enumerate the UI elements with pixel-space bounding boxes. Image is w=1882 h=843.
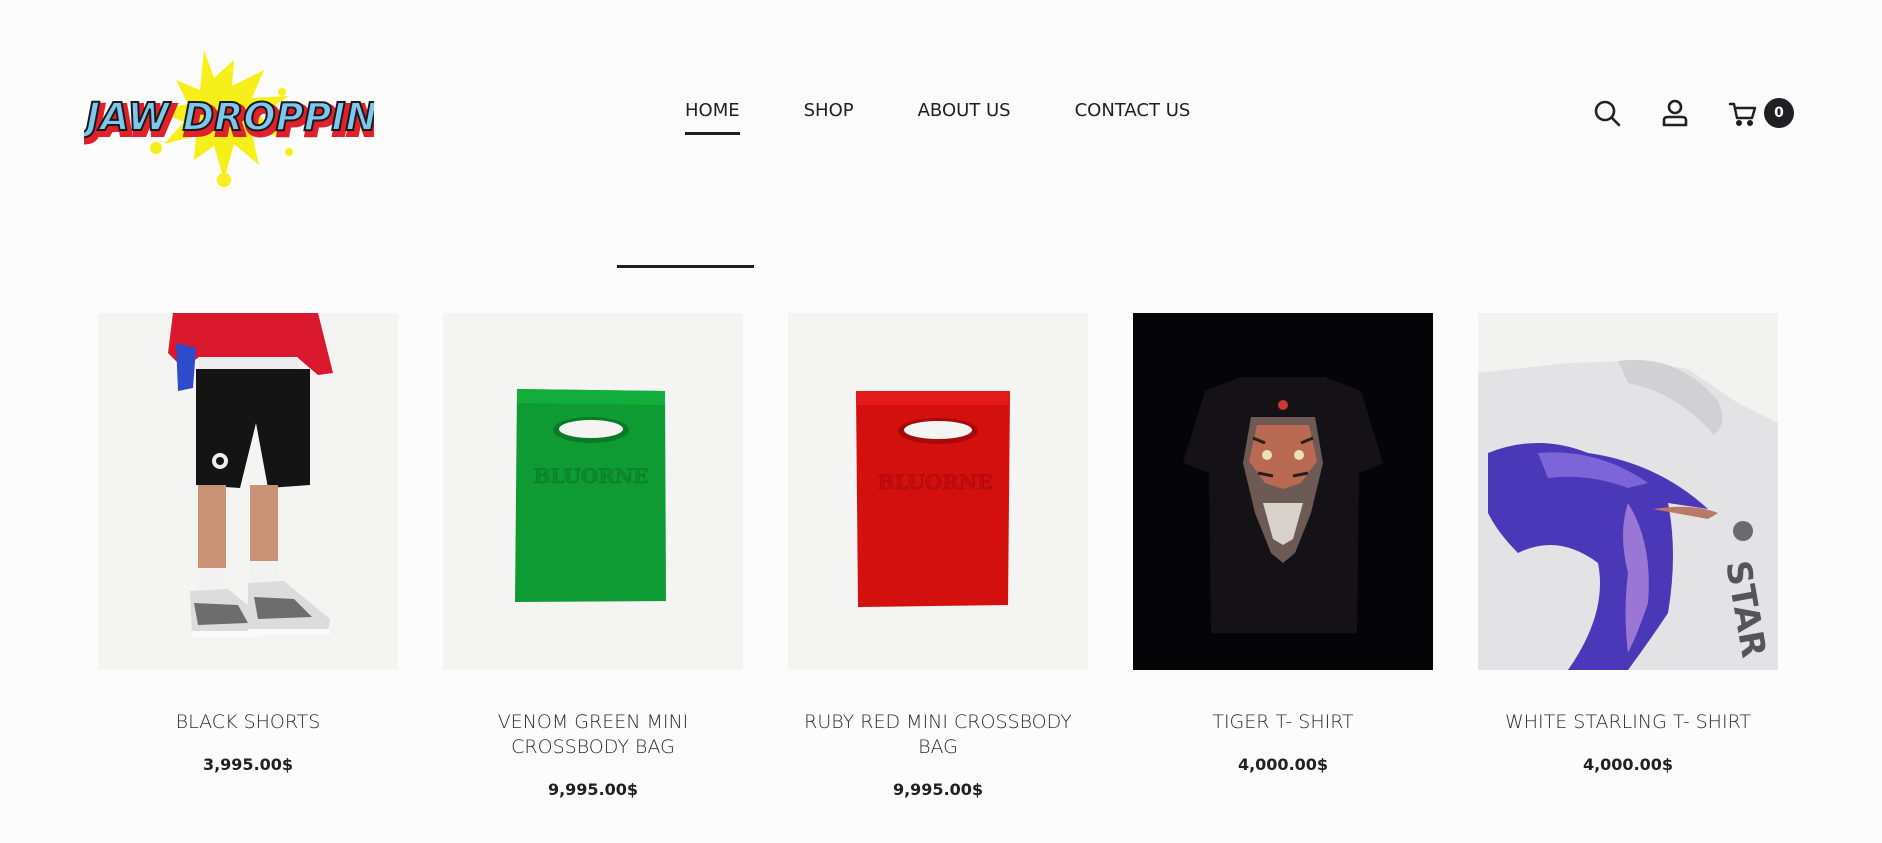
jaw-dropping-logo-icon: JAW DROPPING JAW DROPPING	[84, 50, 374, 187]
product-card[interactable]: STAR WHITE STARLING T- SHIRT 4,000.00$	[1478, 313, 1778, 799]
nav-home[interactable]: HOME	[685, 100, 740, 135]
cart-button[interactable]: 0	[1726, 96, 1794, 130]
product-grid: BLACK SHORTS 3,995.00$ BLUORNE VENOM GRE…	[98, 313, 1778, 799]
product-image-white-starling-tshirt[interactable]: STAR	[1478, 313, 1778, 670]
product-card[interactable]: BLUORNE RUBY RED MINI CROSSBODY BAG 9,99…	[788, 313, 1088, 799]
product-price: 9,995.00$	[547, 780, 639, 799]
product-image-green-bag[interactable]: BLUORNE	[443, 313, 743, 670]
svg-text:BLUORNE: BLUORNE	[878, 470, 993, 494]
site-header: JAW DROPPING JAW DROPPING HOME SHOP ABOU…	[0, 0, 1882, 200]
product-card[interactable]: BLUORNE VENOM GREEN MINI CROSSBODY BAG 9…	[443, 313, 743, 799]
product-price: 4,000.00$	[1237, 755, 1329, 774]
svg-text:JAW DROPPING: JAW DROPPING	[84, 95, 374, 139]
nav-contact-us[interactable]: CONTACT US	[1075, 100, 1191, 135]
header-icons: 0	[1590, 96, 1794, 130]
product-name[interactable]: BLACK SHORTS	[98, 710, 398, 735]
product-name[interactable]: VENOM GREEN MINI CROSSBODY BAG	[443, 710, 743, 760]
product-image-red-bag[interactable]: BLUORNE	[788, 313, 1088, 670]
product-price: 3,995.00$	[202, 755, 294, 774]
main-nav: HOME SHOP ABOUT US CONTACT US	[685, 100, 1190, 135]
product-name[interactable]: RUBY RED MINI CROSSBODY BAG	[788, 710, 1088, 760]
product-name[interactable]: WHITE STARLING T- SHIRT	[1478, 710, 1778, 735]
nav-about-us[interactable]: ABOUT US	[918, 100, 1011, 135]
site-logo[interactable]: JAW DROPPING JAW DROPPING	[84, 40, 374, 190]
product-price: 9,995.00$	[892, 780, 984, 799]
product-card[interactable]: BLACK SHORTS 3,995.00$	[98, 313, 398, 799]
product-card[interactable]: TIGER T- SHIRT 4,000.00$	[1133, 313, 1433, 799]
search-icon[interactable]	[1590, 96, 1624, 130]
section-divider	[617, 265, 754, 268]
product-price: 4,000.00$	[1582, 755, 1674, 774]
nav-shop[interactable]: SHOP	[804, 100, 854, 135]
svg-text:BLUORNE: BLUORNE	[534, 464, 649, 488]
product-image-black-shorts[interactable]	[98, 313, 398, 670]
user-icon[interactable]	[1658, 96, 1692, 130]
cart-icon[interactable]	[1726, 96, 1760, 130]
product-name[interactable]: TIGER T- SHIRT	[1133, 710, 1433, 735]
product-image-tiger-tshirt[interactable]	[1133, 313, 1433, 670]
cart-count-badge: 0	[1764, 98, 1794, 128]
